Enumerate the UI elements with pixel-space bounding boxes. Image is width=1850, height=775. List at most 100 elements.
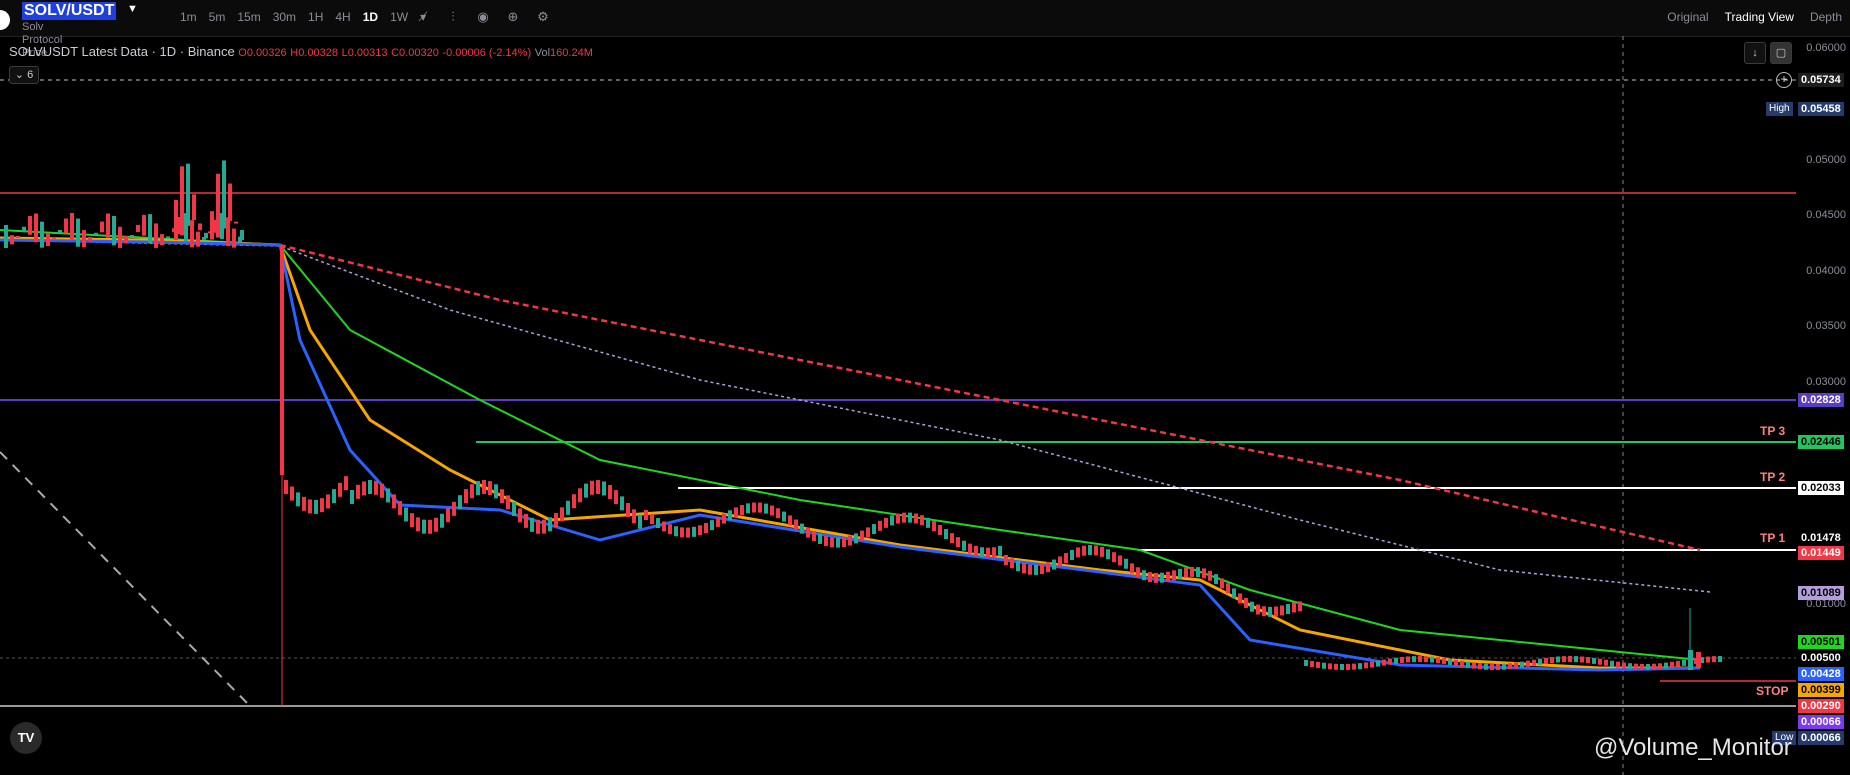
tab-trading-view[interactable]: Trading View	[1717, 9, 1802, 25]
candlestick	[1208, 570, 1212, 581]
interval-1h[interactable]: 1H	[302, 9, 329, 25]
candlestick	[782, 511, 786, 522]
settings-icon[interactable]: ⚙	[534, 8, 552, 26]
tab-original[interactable]: Original	[1659, 9, 1716, 25]
caret-down-icon[interactable]: ▼	[127, 3, 138, 15]
candlestick	[680, 527, 684, 538]
symbol-name[interactable]: SOLV/USDT	[22, 2, 117, 20]
candlestick	[626, 502, 630, 517]
candlestick	[160, 234, 164, 246]
interval-1d[interactable]: 1D	[357, 9, 384, 25]
candlestick	[788, 515, 792, 526]
candlestick	[1256, 604, 1260, 615]
ema-line	[0, 236, 1700, 670]
candlestick	[1286, 604, 1290, 615]
candlestick	[1478, 663, 1482, 670]
candlestick	[136, 224, 140, 233]
interval-15m[interactable]: 15m	[231, 9, 266, 25]
candlestick	[52, 236, 56, 239]
compare-icon[interactable]: ⫶	[444, 8, 462, 26]
view-tabs: Original Trading View Depth	[1659, 9, 1850, 25]
candlestick	[1232, 588, 1236, 599]
candlestick	[112, 215, 116, 246]
candlestick	[290, 486, 294, 501]
candlestick	[1616, 661, 1620, 668]
stop-label: STOP	[1756, 684, 1789, 698]
candlestick	[1010, 558, 1014, 569]
candlestick	[848, 535, 852, 546]
indicators-icon[interactable]: ⟋	[414, 8, 432, 26]
candlestick	[692, 526, 696, 537]
candlestick	[216, 173, 220, 238]
candlestick	[956, 537, 960, 548]
screenshot-icon[interactable]: ◉	[474, 8, 492, 26]
candlestick	[818, 533, 822, 544]
candlestick	[410, 513, 414, 528]
high-label: High	[1766, 102, 1793, 116]
candlestick	[204, 232, 208, 239]
price-tag: 0.05734	[1798, 73, 1844, 87]
candlestick	[890, 515, 894, 526]
candlestick	[1136, 567, 1140, 578]
candlestick	[1412, 656, 1416, 663]
candlestick	[398, 501, 402, 516]
candlestick	[40, 221, 44, 248]
interval-5m[interactable]: 5m	[203, 9, 232, 25]
candlestick	[1718, 656, 1722, 663]
candlestick	[1682, 659, 1686, 666]
candlestick	[314, 499, 318, 514]
candlestick	[962, 540, 966, 551]
candlestick	[28, 215, 32, 235]
interval-1m[interactable]: 1m	[174, 9, 203, 25]
candlestick	[1004, 555, 1008, 565]
candlestick	[1634, 663, 1638, 670]
candlestick	[1154, 572, 1158, 583]
interval-4h[interactable]: 4H	[329, 9, 356, 25]
candlestick	[746, 503, 750, 514]
candlestick	[1352, 663, 1356, 670]
price-tag: 0.00428	[1798, 667, 1844, 681]
candlestick	[1178, 568, 1182, 579]
candlestick	[4, 225, 8, 248]
solv-logo-icon	[0, 10, 10, 30]
tab-depth[interactable]: Depth	[1802, 9, 1850, 25]
candlestick	[596, 480, 600, 495]
add-alert-icon[interactable]: +	[1776, 72, 1792, 88]
candlestick	[232, 228, 236, 248]
candlestick	[1496, 663, 1500, 670]
candlestick	[344, 476, 348, 491]
candlestick	[1100, 546, 1104, 557]
candlestick	[226, 217, 230, 247]
trend-line	[0, 451, 251, 707]
candlestick	[198, 223, 202, 231]
interval-1w[interactable]: 1W	[384, 9, 414, 25]
fullscreen-icon[interactable]: ▢	[1770, 42, 1792, 64]
candlestick	[1562, 656, 1566, 663]
candlestick	[836, 537, 840, 548]
candlestick	[154, 223, 158, 248]
candlestick	[404, 507, 408, 522]
candlestick	[536, 519, 540, 534]
candlestick	[1244, 597, 1248, 608]
candlestick	[1190, 566, 1194, 577]
candlestick	[1604, 659, 1608, 666]
candlestick	[1220, 578, 1224, 589]
candlestick	[1064, 553, 1068, 564]
candlestick	[1556, 656, 1560, 663]
candlestick	[1298, 601, 1302, 612]
candlestick	[494, 484, 498, 499]
price-chart[interactable]	[0, 36, 1850, 775]
tradingview-logo-icon[interactable]: TV	[10, 722, 42, 754]
interval-30m[interactable]: 30m	[267, 9, 302, 25]
indicator-toggle[interactable]: ⌄ 6	[9, 66, 39, 84]
candlestick	[776, 508, 780, 519]
candlestick	[710, 520, 714, 531]
candlestick	[608, 484, 612, 499]
candlestick	[1166, 571, 1170, 582]
plus-circle-icon[interactable]: ⊕	[504, 8, 522, 26]
candlestick	[64, 218, 68, 234]
candlestick	[578, 488, 582, 503]
candlestick	[860, 530, 864, 541]
download-icon[interactable]: ↓	[1744, 42, 1766, 64]
candlestick	[362, 481, 366, 496]
